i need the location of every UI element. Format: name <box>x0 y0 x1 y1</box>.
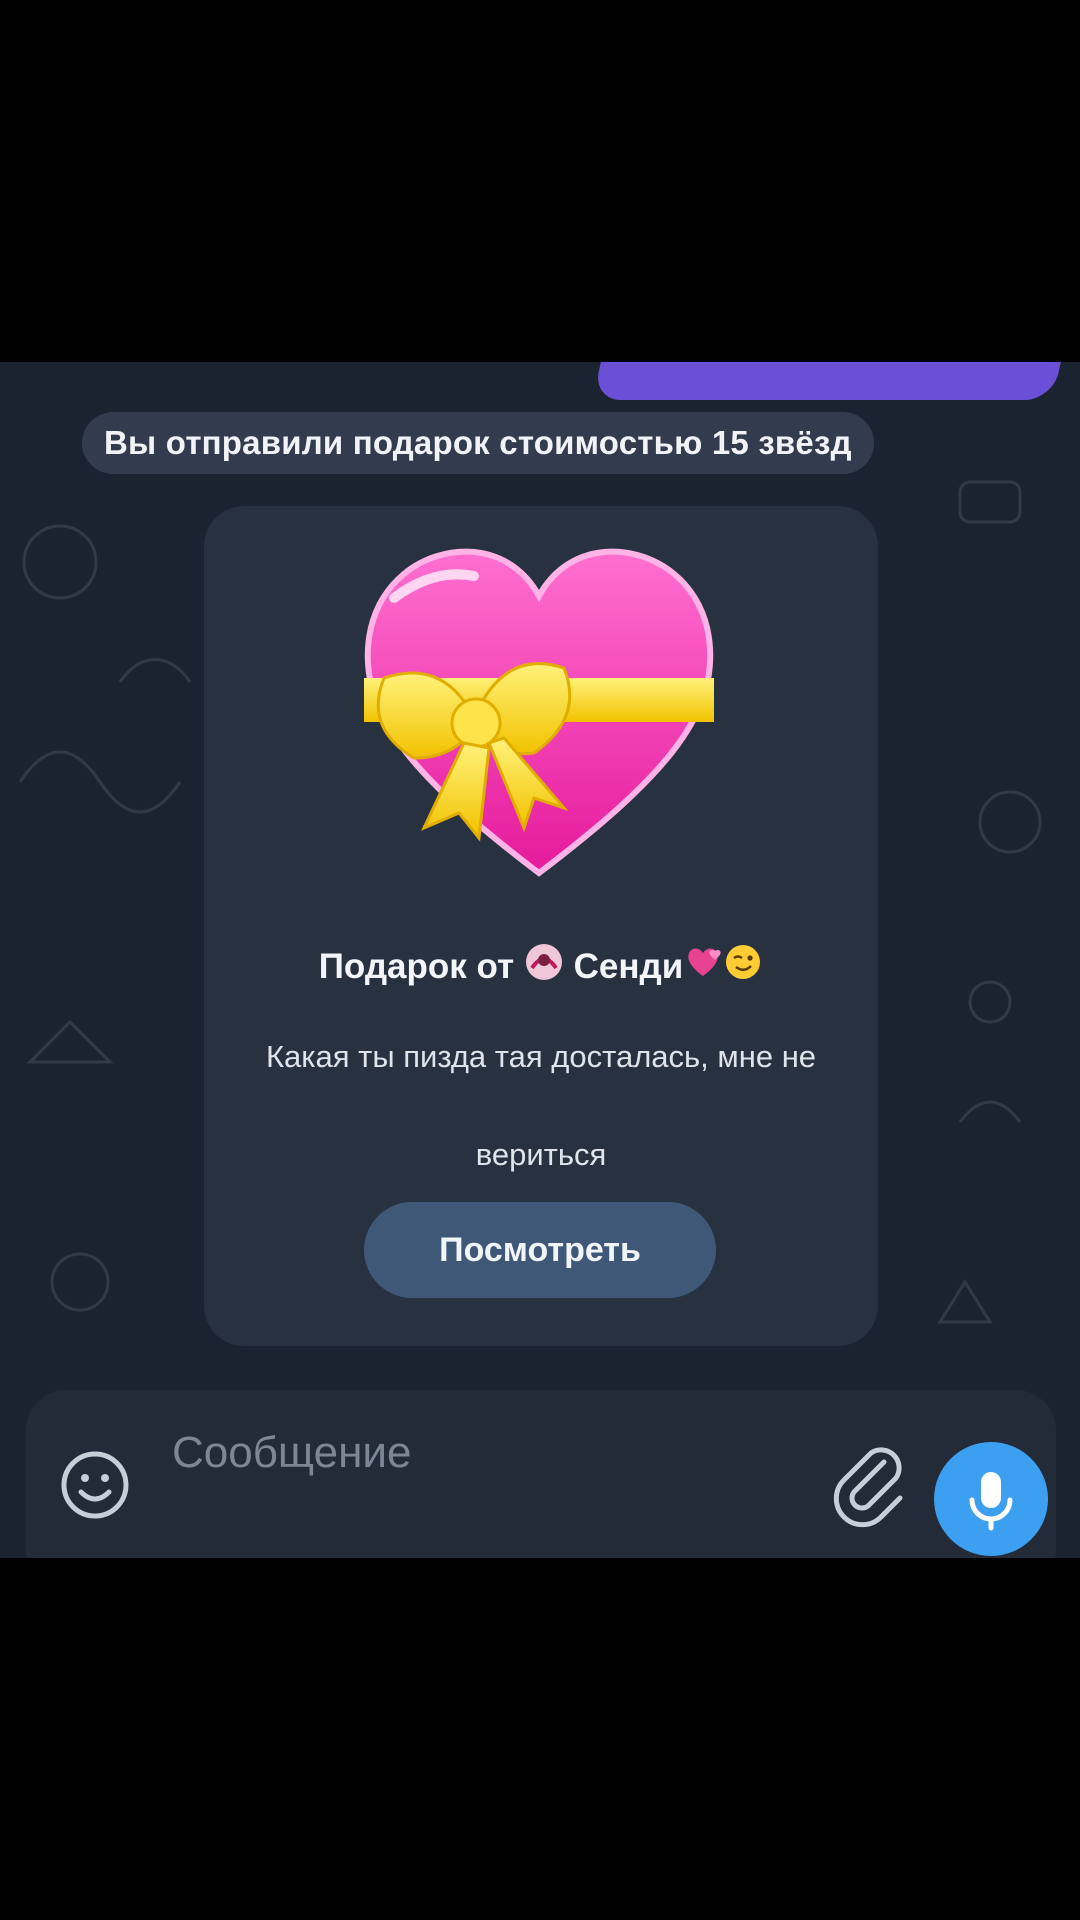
bottom-letterbox <box>0 1558 1080 1920</box>
heart-with-ribbon-icon <box>364 548 714 877</box>
winking-face-emoji-icon <box>726 945 761 979</box>
gift-title: Подарок от Сенди <box>204 942 878 987</box>
paperclip-icon[interactable] <box>826 1440 916 1530</box>
hearts-emoji-icon <box>688 948 721 976</box>
gift-card[interactable]: Подарок от Сенди Какая ты пизда тая дост… <box>204 506 878 1346</box>
smiley-icon[interactable] <box>58 1448 132 1522</box>
gift-service-message: Вы отправили подарок стоимостью 15 звёзд <box>82 412 874 474</box>
sender-avatar-icon <box>525 944 562 980</box>
chat-screen: Вы отправили подарок стоимостью 15 звёзд <box>0 362 1080 1558</box>
gift-message: Какая ты пизда тая досталась, мне не вер… <box>265 1039 817 1172</box>
gift-sender-name: Сенди <box>573 947 684 986</box>
voice-record-button[interactable] <box>934 1442 1048 1556</box>
message-composer: Сообщение <box>26 1390 1056 1558</box>
message-input[interactable]: Сообщение <box>172 1428 411 1478</box>
view-gift-button[interactable]: Посмотреть <box>364 1202 716 1298</box>
gift-title-prefix: Подарок от <box>318 947 515 986</box>
outgoing-message-bubble[interactable] <box>592 362 1068 400</box>
top-letterbox <box>0 0 1080 362</box>
microphone-icon <box>969 1472 1013 1531</box>
